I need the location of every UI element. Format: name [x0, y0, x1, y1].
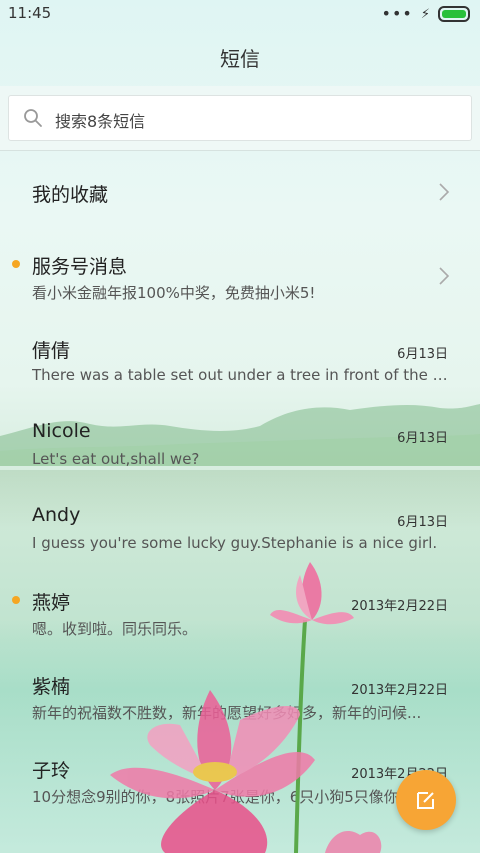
- compose-button[interactable]: [396, 770, 456, 830]
- title-bar: 短信: [0, 28, 480, 86]
- unread-dot: [12, 596, 20, 604]
- conversation-favorites[interactable]: 我的收藏: [0, 150, 480, 234]
- search-area: 搜索8条短信: [0, 86, 480, 151]
- conversation-preview: There was a table set out under a tree i…: [32, 366, 448, 384]
- search-icon: [24, 109, 42, 127]
- status-bar: 11:45 ••• ⚡: [0, 0, 480, 28]
- conversation-zinan[interactable]: 紫楠 2013年2月22日 新年的祝福数不胜数，新年的愿望好多好多，新年的问候.…: [0, 654, 480, 738]
- conversation-andy[interactable]: Andy 6月13日 I guess you're some lucky guy…: [0, 486, 480, 570]
- conversation-date: 2013年2月22日: [351, 683, 448, 698]
- conversation-name: 子玲: [32, 760, 71, 782]
- battery-icon: [438, 6, 470, 22]
- conversation-preview: Let's eat out,shall we?: [32, 450, 200, 468]
- chevron-right-icon: [439, 267, 450, 285]
- conversation-date: 2013年2月22日: [351, 599, 448, 614]
- conversation-name: 倩倩: [32, 340, 71, 362]
- status-icons: ••• ⚡: [382, 6, 470, 22]
- conversation-date: 6月13日: [397, 347, 448, 362]
- search-input[interactable]: 搜索8条短信: [8, 95, 472, 141]
- chevron-right-icon: [439, 183, 450, 201]
- unread-dot: [12, 260, 20, 268]
- conversation-preview: 10分想念9别的你，8张照片7张是你，6只小狗5只像你...: [32, 788, 414, 806]
- status-time: 11:45: [8, 4, 52, 22]
- conversation-qianqian[interactable]: 倩倩 6月13日 There was a table set out under…: [0, 318, 480, 402]
- conversation-yanting[interactable]: 燕婷 2013年2月22日 嗯。收到啦。同乐同乐。: [0, 570, 480, 654]
- conversation-name: 燕婷: [32, 592, 71, 614]
- page-title: 短信: [220, 46, 260, 71]
- conversation-name: 紫楠: [32, 676, 71, 698]
- compose-icon: [417, 792, 434, 809]
- conversation-preview: 嗯。收到啦。同乐同乐。: [32, 620, 198, 638]
- more-dots-icon: •••: [381, 4, 413, 23]
- conversation-name: 我的收藏: [32, 184, 109, 206]
- conversation-name: 服务号消息: [32, 256, 128, 278]
- search-placeholder: 搜索8条短信: [55, 112, 146, 131]
- conversation-preview: I guess you're some lucky guy.Stephanie …: [32, 534, 438, 552]
- conversation-date: 6月13日: [397, 515, 448, 530]
- conversation-date: 6月13日: [397, 431, 448, 446]
- conversation-name: Andy: [32, 504, 81, 526]
- conversation-nicole[interactable]: Nicole 6月13日 Let's eat out,shall we?: [0, 402, 480, 486]
- charging-icon: ⚡: [420, 6, 430, 22]
- conversation-name: Nicole: [32, 420, 91, 442]
- conversation-preview: 新年的祝福数不胜数，新年的愿望好多好多，新年的问候...: [32, 704, 422, 722]
- conversation-service[interactable]: 服务号消息 看小米金融年报100%中奖，免费抽小米5!: [0, 234, 480, 318]
- conversation-preview: 看小米金融年报100%中奖，免费抽小米5!: [32, 284, 316, 302]
